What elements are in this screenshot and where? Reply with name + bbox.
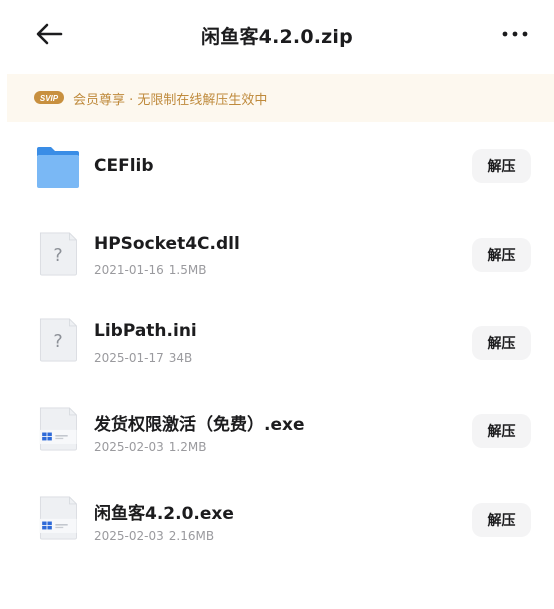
file-size: 2.16MB [168,529,215,543]
folder-icon [37,147,79,188]
file-meta: 2025-02-03 1.2MB [94,440,206,454]
svip-banner: SVIP 会员尊享 · 无限制在线解压生效中 [7,74,554,122]
extract-button[interactable]: 解压 [472,326,531,360]
file-date: 2025-02-03 [94,529,164,543]
more-horizontal-icon [502,31,528,37]
list-item[interactable]: ? LibPath.ini 2025-01-17 34B 解压 [0,306,554,376]
svg-text:?: ? [53,332,62,352]
file-date: 2025-02-03 [94,440,164,454]
list-item[interactable]: ? HPSocket4C.dll 2021-01-16 1.5MB 解压 [0,220,554,290]
file-meta: 2021-01-16 1.5MB [94,263,206,277]
svip-badge-icon: SVIP [34,91,64,104]
file-name: CEFlib [94,156,154,176]
banner-text: 会员尊享 · 无限制在线解压生效中 [73,93,268,108]
file-size: 34B [168,351,193,365]
extract-button[interactable]: 解压 [472,238,531,272]
extract-button[interactable]: 解压 [472,149,531,183]
list-item[interactable]: CEFlib 解压 [0,132,554,202]
svg-text:?: ? [53,246,62,266]
file-name: 闲鱼客4.2.0.exe [94,504,234,524]
file-date: 2021-01-16 [94,263,164,277]
file-date: 2025-01-17 [94,351,164,365]
file-name: 发货权限激活（免费）.exe [94,415,305,435]
list-item[interactable]: 发货权限激活（免费）.exe 2025-02-03 1.2MB 解压 [0,395,554,465]
exe-file-icon [39,496,77,540]
file-meta: 2025-02-03 2.16MB [94,529,214,543]
more-button[interactable] [498,24,532,44]
svip-badge-text: SVIP [40,94,59,103]
file-name: HPSocket4C.dll [94,234,240,254]
exe-file-icon [39,407,77,451]
list-item[interactable]: 闲鱼客4.2.0.exe 2025-02-03 2.16MB 解压 [0,484,554,554]
file-name: LibPath.ini [94,321,197,341]
file-size: 1.5MB [168,263,207,277]
top-bar: 闲鱼客4.2.0.zip [0,0,554,70]
unknown-file-icon: ? [39,232,77,276]
file-meta: 2025-01-17 34B [94,351,192,365]
file-size: 1.2MB [168,440,207,454]
extract-button[interactable]: 解压 [472,503,531,537]
unknown-file-icon: ? [39,318,77,362]
extract-button[interactable]: 解压 [472,414,531,448]
page-title: 闲鱼客4.2.0.zip [201,26,353,48]
